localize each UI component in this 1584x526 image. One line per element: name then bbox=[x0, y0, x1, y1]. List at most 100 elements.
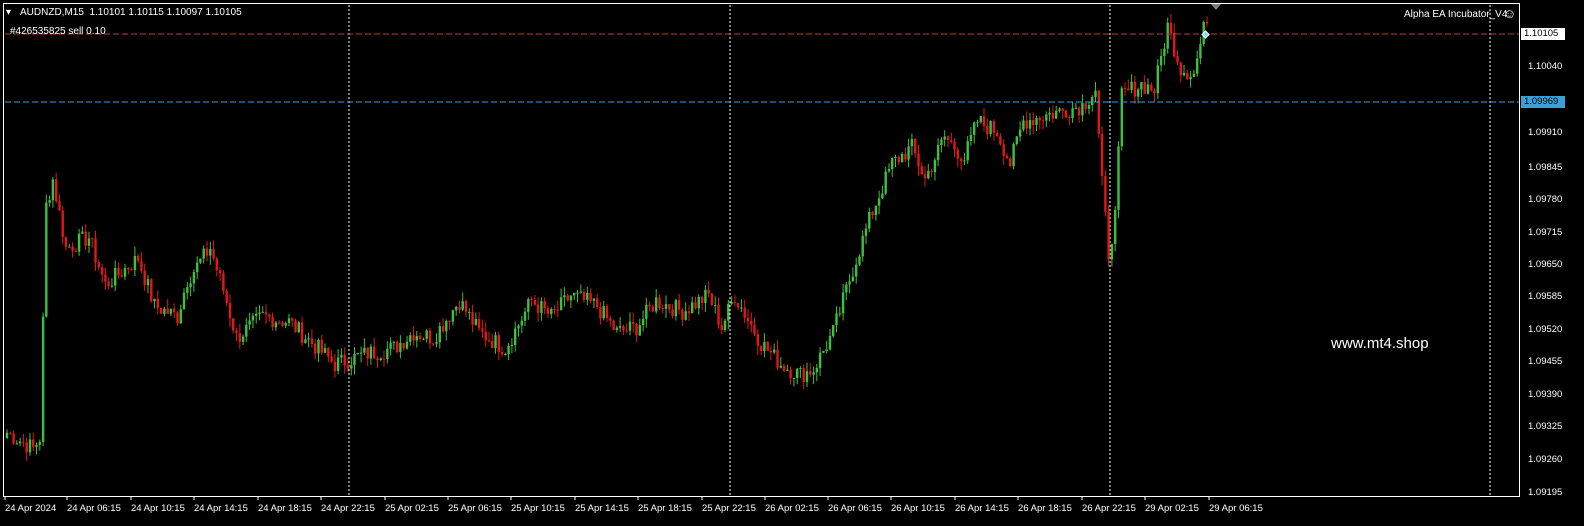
candle bbox=[900, 151, 904, 163]
candle bbox=[1176, 50, 1179, 65]
candle bbox=[268, 313, 271, 322]
time-tick-label: 26 Apr 06:15 bbox=[828, 503, 882, 514]
symbol-info: AUDNZD,M15 1.10101 1.10115 1.10097 1.101… bbox=[20, 7, 242, 18]
candle bbox=[1153, 88, 1156, 103]
candle bbox=[605, 303, 609, 322]
order-label[interactable]: #426535825 sell 0.10 bbox=[10, 26, 106, 37]
candle bbox=[500, 346, 504, 357]
candle bbox=[641, 310, 645, 332]
candle bbox=[251, 313, 255, 329]
candle bbox=[1127, 79, 1130, 91]
candle bbox=[930, 168, 933, 177]
candle bbox=[743, 299, 746, 324]
time-tick-label: 24 Apr 18:15 bbox=[258, 503, 312, 514]
candle bbox=[376, 356, 379, 368]
candle bbox=[382, 350, 386, 367]
candle bbox=[927, 163, 930, 180]
candle bbox=[333, 354, 337, 378]
candle bbox=[330, 350, 333, 364]
candle bbox=[225, 288, 228, 307]
candle bbox=[291, 317, 294, 327]
candle bbox=[1087, 101, 1091, 115]
candle bbox=[35, 442, 38, 455]
candle bbox=[1169, 13, 1173, 40]
candle bbox=[366, 347, 369, 366]
candle bbox=[1038, 115, 1041, 130]
shift-marker-icon[interactable] bbox=[1211, 4, 1221, 10]
candle bbox=[914, 138, 917, 159]
candle bbox=[389, 337, 392, 356]
candle bbox=[235, 327, 238, 341]
candle bbox=[140, 252, 143, 273]
candle bbox=[232, 318, 235, 334]
chart-canvas[interactable] bbox=[0, 0, 1584, 526]
candle bbox=[589, 288, 592, 304]
candle bbox=[343, 347, 346, 374]
candle bbox=[874, 205, 878, 221]
candle bbox=[658, 294, 661, 310]
candle bbox=[609, 315, 612, 327]
candle bbox=[1205, 16, 1209, 27]
candle bbox=[97, 259, 100, 271]
candle bbox=[202, 245, 205, 264]
candle bbox=[563, 287, 566, 307]
candle bbox=[353, 347, 356, 375]
candle bbox=[966, 136, 969, 164]
candle bbox=[986, 119, 989, 140]
candle bbox=[769, 345, 773, 360]
candle bbox=[41, 312, 45, 447]
candle bbox=[287, 313, 291, 327]
candle bbox=[182, 288, 186, 310]
candle bbox=[386, 341, 389, 364]
candle bbox=[87, 231, 91, 254]
candle bbox=[740, 299, 743, 313]
menu-triangle-icon[interactable]: ▾ bbox=[6, 7, 11, 18]
candle bbox=[127, 267, 130, 275]
candle bbox=[897, 155, 900, 165]
candle bbox=[645, 297, 648, 328]
time-tick-label: 24 Apr 2024 bbox=[5, 503, 57, 514]
candle bbox=[1094, 81, 1097, 102]
candle bbox=[12, 430, 15, 445]
candle bbox=[550, 307, 553, 319]
candle bbox=[871, 211, 874, 219]
candle bbox=[668, 304, 671, 314]
candle bbox=[58, 194, 61, 212]
candle bbox=[274, 321, 278, 331]
candle bbox=[1100, 126, 1104, 186]
candle bbox=[199, 258, 202, 264]
candle bbox=[189, 276, 192, 297]
candle bbox=[950, 132, 953, 144]
candle bbox=[956, 147, 959, 168]
candle bbox=[677, 293, 681, 315]
candle bbox=[264, 304, 268, 324]
price-tick-label: 1.09585 bbox=[1528, 291, 1563, 302]
candle bbox=[864, 223, 868, 245]
candle bbox=[786, 364, 789, 371]
candle bbox=[497, 332, 500, 361]
price-tick-label: 1.09780 bbox=[1528, 194, 1563, 205]
candle bbox=[1192, 69, 1196, 77]
candle bbox=[166, 299, 169, 314]
candle bbox=[1136, 87, 1140, 104]
ea-name: Alpha EA Incubator_V4 bbox=[1404, 9, 1508, 20]
candle bbox=[700, 295, 704, 310]
candle bbox=[845, 282, 848, 301]
candle bbox=[727, 299, 730, 329]
price-tick-label: 1.09650 bbox=[1528, 259, 1563, 270]
candle bbox=[399, 335, 402, 359]
candle bbox=[5, 429, 9, 439]
candle bbox=[504, 352, 507, 356]
candle bbox=[1022, 115, 1025, 132]
candle bbox=[51, 177, 55, 208]
candle bbox=[848, 274, 851, 294]
candle bbox=[655, 289, 658, 314]
candle bbox=[1117, 141, 1120, 219]
candle bbox=[1179, 61, 1182, 82]
smiley-icon[interactable]: ☺ bbox=[1503, 6, 1516, 21]
price-tick-label: 1.09845 bbox=[1528, 162, 1563, 173]
candle bbox=[1051, 105, 1055, 123]
candle bbox=[356, 352, 359, 355]
candle bbox=[989, 120, 992, 137]
candle bbox=[1173, 23, 1176, 58]
